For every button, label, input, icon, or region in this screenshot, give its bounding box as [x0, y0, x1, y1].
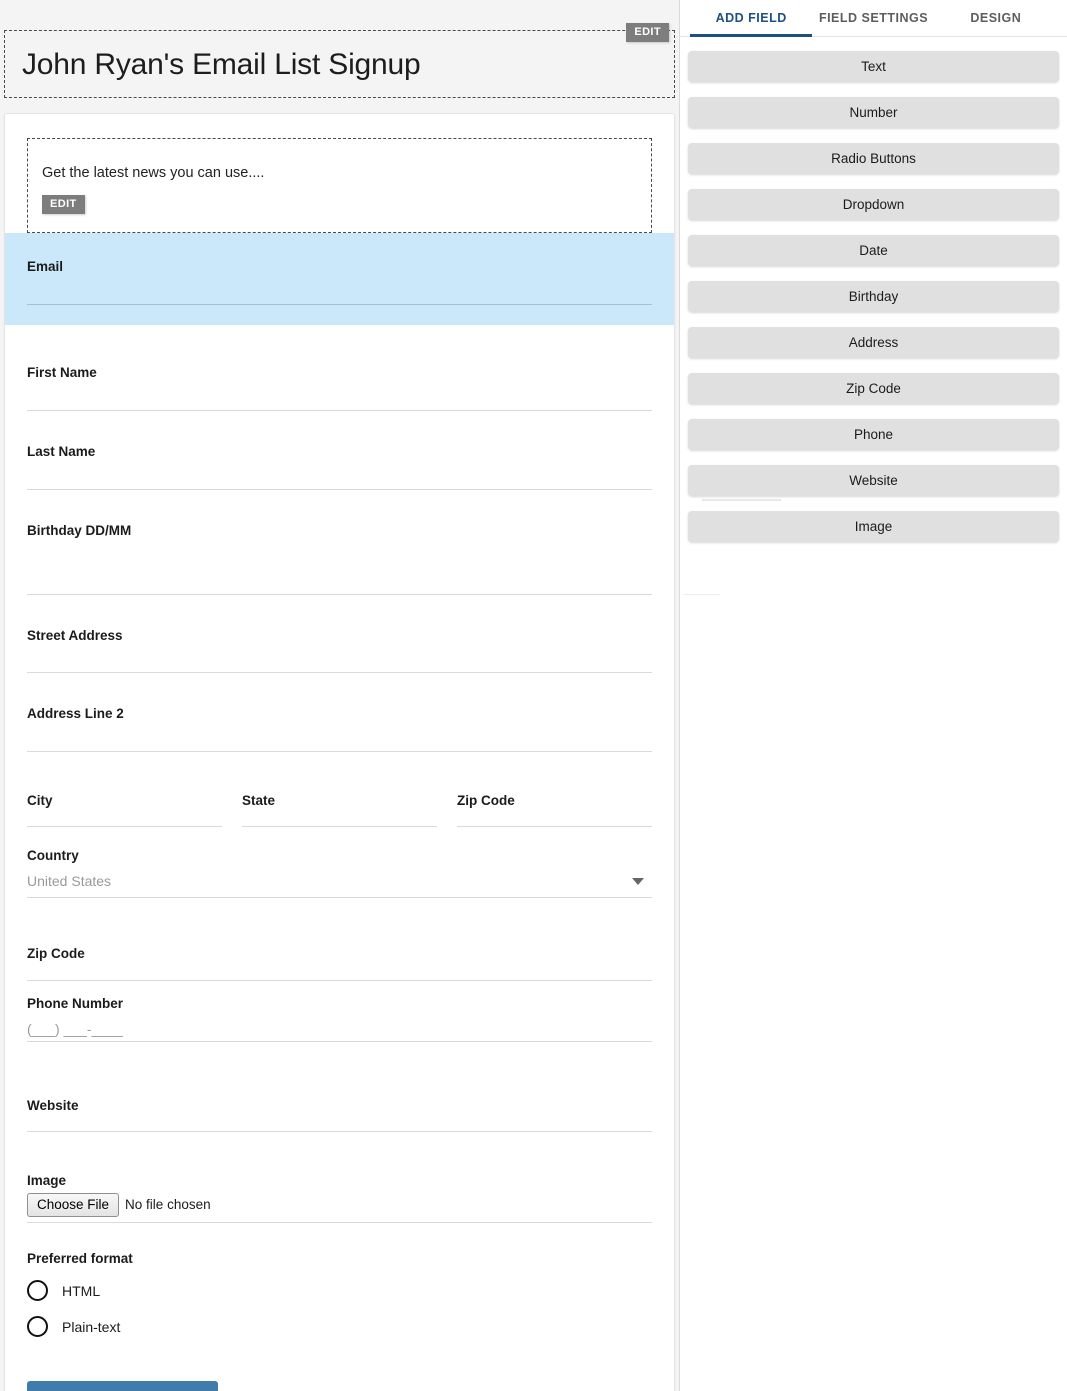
- add-field-website[interactable]: Website: [688, 465, 1059, 496]
- tab-field-settings[interactable]: FIELD SETTINGS: [812, 0, 934, 36]
- field-first-name[interactable]: First Name: [5, 325, 674, 411]
- add-field-dropdown[interactable]: Dropdown: [688, 189, 1059, 220]
- last-name-input[interactable]: [27, 464, 652, 490]
- field-label-street-address: Street Address: [27, 627, 123, 643]
- field-label-first-name: First Name: [27, 364, 97, 380]
- form-title-block[interactable]: John Ryan's Email List Signup EDIT: [4, 23, 675, 98]
- email-input[interactable]: [27, 279, 652, 305]
- field-website[interactable]: Website: [5, 1042, 674, 1132]
- first-name-input[interactable]: [27, 385, 652, 411]
- field-state[interactable]: State: [242, 793, 437, 828]
- form-preview-pane: John Ryan's Email List Signup EDIT Get t…: [0, 0, 679, 1391]
- field-email[interactable]: Email: [5, 233, 674, 325]
- birthday-input[interactable]: [27, 543, 652, 595]
- country-selected-value: United States: [27, 873, 112, 889]
- add-field-date[interactable]: Date: [688, 235, 1059, 266]
- field-label-phone-number: Phone Number: [27, 995, 124, 1011]
- field-birthday[interactable]: Birthday DD/MM: [5, 490, 674, 595]
- field-zip-code[interactable]: Zip Code: [5, 898, 674, 981]
- field-address-line-2[interactable]: Address Line 2: [5, 673, 674, 753]
- field-phone-number[interactable]: Phone Number (___) ___-____: [5, 981, 674, 1042]
- subscribe-button[interactable]: Subscribe to this List: [27, 1380, 219, 1391]
- street-address-input[interactable]: [27, 647, 652, 674]
- add-field-number[interactable]: Number: [688, 97, 1059, 128]
- choose-file-button[interactable]: Choose File: [27, 1192, 120, 1217]
- tools-pane: ADD FIELD FIELD SETTINGS DESIGN Text Num…: [680, 0, 1067, 1391]
- website-input[interactable]: [27, 1118, 652, 1132]
- file-status-text: No file chosen: [125, 1197, 211, 1213]
- submit-area: Subscribe to this List: [5, 1345, 674, 1391]
- add-field-phone[interactable]: Phone: [688, 419, 1059, 450]
- add-field-text[interactable]: Text: [688, 51, 1059, 82]
- field-street-address[interactable]: Street Address: [5, 595, 674, 674]
- tab-bar: ADD FIELD FIELD SETTINGS DESIGN: [680, 0, 1067, 37]
- add-field-birthday[interactable]: Birthday: [688, 281, 1059, 312]
- state-input[interactable]: [242, 813, 437, 828]
- radio-label-html: HTML: [62, 1282, 101, 1299]
- preferred-format-legend: Preferred format: [27, 1250, 133, 1266]
- field-country[interactable]: Country United States: [5, 827, 674, 898]
- intro-edit-button[interactable]: EDIT: [42, 195, 85, 214]
- field-image[interactable]: Image Choose File No file chosen: [5, 1132, 674, 1223]
- field-zip-code-inline[interactable]: Zip Code: [457, 793, 652, 828]
- tab-add-field[interactable]: ADD FIELD: [690, 0, 813, 37]
- chevron-down-icon: [632, 878, 644, 885]
- field-label-email: Email: [27, 259, 64, 274]
- radio-icon-plain-text[interactable]: [27, 1316, 48, 1338]
- add-field-image[interactable]: Image: [688, 511, 1059, 542]
- field-last-name[interactable]: Last Name: [5, 411, 674, 490]
- field-city[interactable]: City: [27, 793, 222, 828]
- field-label-image: Image: [27, 1172, 67, 1188]
- website-field-artifact: [702, 499, 781, 501]
- radio-label-plain-text: Plain-text: [62, 1318, 121, 1335]
- field-label-state: State: [242, 793, 276, 809]
- page-title: John Ryan's Email List Signup: [22, 47, 421, 81]
- zip-code-inline-input[interactable]: [457, 813, 652, 828]
- field-label-city: City: [27, 793, 53, 809]
- field-label-website: Website: [27, 1097, 79, 1113]
- city-input[interactable]: [27, 813, 222, 828]
- intro-text: Get the latest news you can use....: [42, 165, 265, 181]
- add-field-address[interactable]: Address: [688, 327, 1059, 358]
- image-file-input[interactable]: Choose File No file chosen: [27, 1192, 652, 1223]
- zip-code-input[interactable]: [27, 966, 652, 981]
- field-label-address-line-2: Address Line 2: [27, 706, 124, 722]
- field-label-birthday: Birthday DD/MM: [27, 522, 132, 538]
- field-button-list: Text Number Radio Buttons Dropdown Date …: [680, 37, 1067, 542]
- field-label-zip-code: Zip Code: [27, 946, 85, 961]
- tab-design[interactable]: DESIGN: [935, 0, 1057, 36]
- radio-option-plain-text[interactable]: Plain-text: [27, 1309, 652, 1345]
- country-select[interactable]: United States: [27, 868, 652, 898]
- phone-number-input[interactable]: (___) ___-____: [27, 1016, 652, 1042]
- add-field-radio-buttons[interactable]: Radio Buttons: [688, 143, 1059, 174]
- form-card: Get the latest news you can use.... EDIT…: [4, 113, 675, 1391]
- intro-block[interactable]: Get the latest news you can use.... EDIT: [27, 138, 652, 233]
- radio-icon-html[interactable]: [27, 1280, 48, 1302]
- panel-section-divider: [683, 594, 720, 595]
- address-line-2-input[interactable]: [27, 726, 652, 753]
- radio-option-html[interactable]: HTML: [27, 1273, 652, 1309]
- field-preferred-format[interactable]: Preferred format HTML Plain-text: [5, 1223, 674, 1345]
- field-label-last-name: Last Name: [27, 443, 96, 459]
- add-field-zip-code[interactable]: Zip Code: [688, 373, 1059, 404]
- field-label-country: Country: [27, 848, 79, 864]
- title-edit-button[interactable]: EDIT: [626, 23, 669, 42]
- city-state-zip-row: City State Zip Code: [5, 752, 674, 828]
- phone-number-placeholder: (___) ___-____: [27, 1020, 123, 1037]
- field-label-zip-code-inline: Zip Code: [457, 793, 515, 809]
